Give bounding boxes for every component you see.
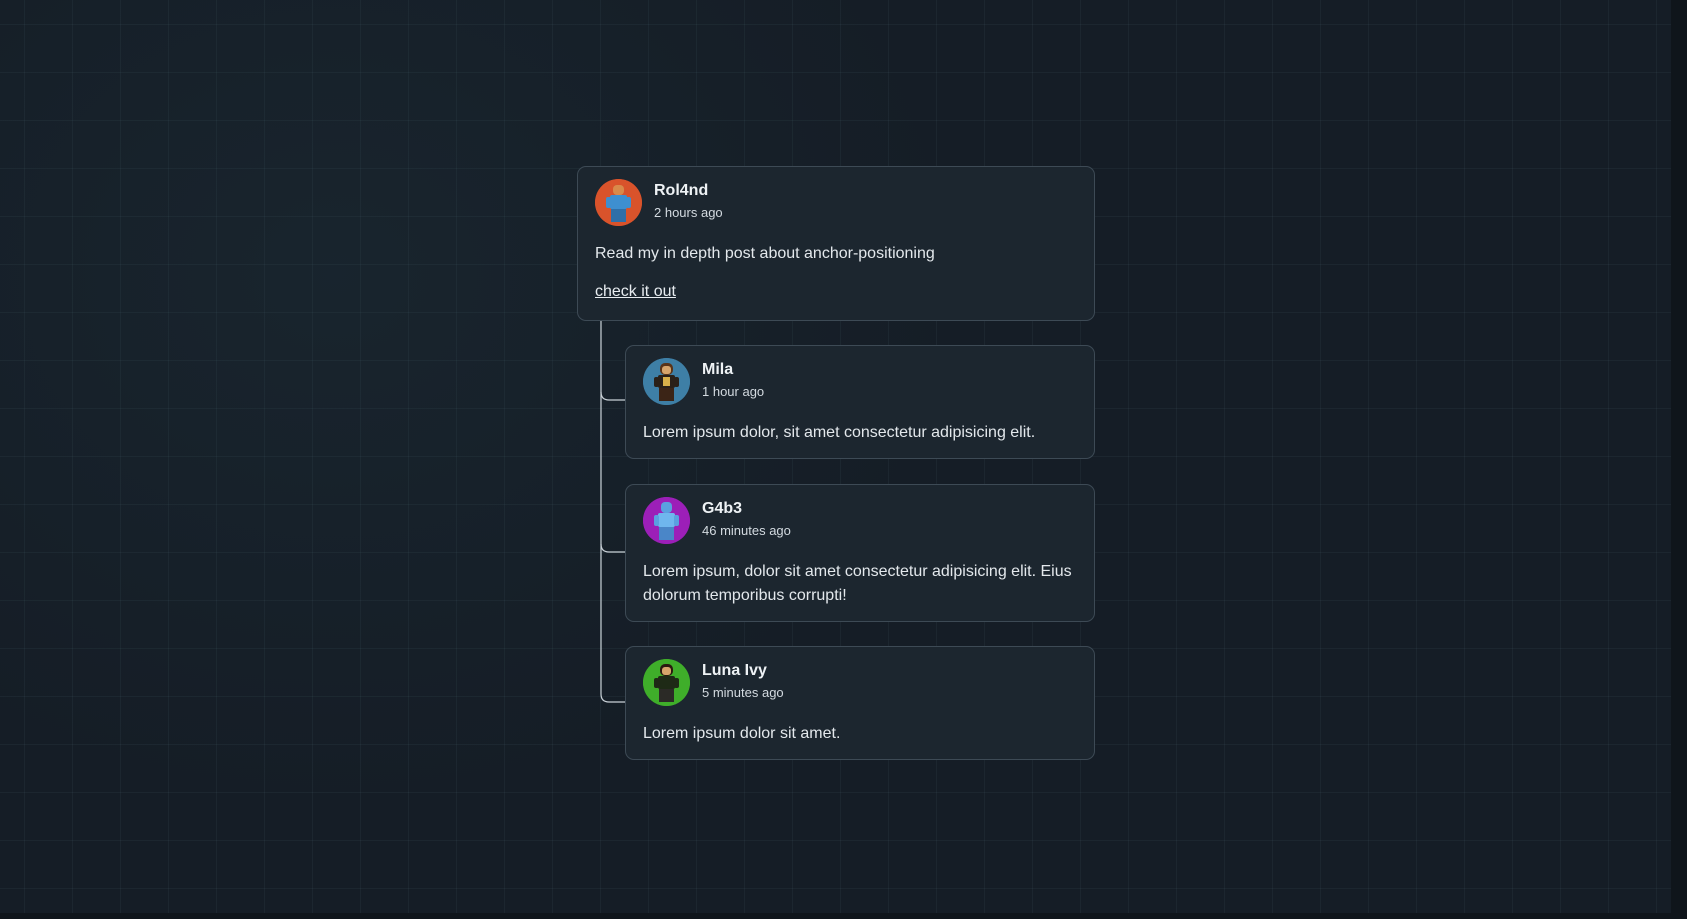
reply-header: Mila 1 hour ago [643, 357, 1077, 405]
post-text: Read my in depth post about anchor-posit… [595, 245, 935, 262]
avatar[interactable] [643, 496, 690, 544]
avatar[interactable] [595, 178, 642, 226]
check-it-out-link[interactable]: check it out [595, 282, 676, 302]
post-header: Rol4nd 2 hours ago [595, 178, 1077, 226]
vertical-scrollbar[interactable] [1671, 0, 1687, 919]
reply-text: Lorem ipsum, dolor sit amet consectetur … [643, 563, 1072, 604]
lego-figure-icon [643, 496, 690, 544]
avatar[interactable] [643, 658, 690, 706]
reply-meta: G4b3 46 minutes ago [702, 499, 791, 541]
lego-figure-icon [643, 357, 690, 405]
reply-header: Luna Ivy 5 minutes ago [643, 658, 1077, 706]
post-card: Rol4nd 2 hours ago Read my in depth post… [577, 166, 1095, 321]
reply-timestamp: 46 minutes ago [702, 523, 791, 538]
reply-meta: Luna Ivy 5 minutes ago [702, 661, 784, 703]
lego-figure-icon [595, 178, 642, 226]
reply-timestamp: 1 hour ago [702, 384, 765, 399]
author-name[interactable]: Mila [702, 360, 764, 380]
lego-figure-icon [643, 658, 690, 706]
bottom-edge [0, 913, 1671, 919]
reply-text: Lorem ipsum dolor sit amet. [643, 725, 841, 742]
author-name[interactable]: Rol4nd [654, 181, 723, 201]
avatar[interactable] [643, 357, 690, 405]
author-name[interactable]: G4b3 [702, 499, 791, 519]
post-meta: Rol4nd 2 hours ago [654, 181, 723, 223]
reply-card: Luna Ivy 5 minutes ago Lorem ipsum dolor… [625, 646, 1095, 760]
post-timestamp: 2 hours ago [654, 205, 723, 220]
reply-card: Mila 1 hour ago Lorem ipsum dolor, sit a… [625, 345, 1095, 459]
reply-timestamp: 5 minutes ago [702, 685, 784, 700]
reply-text: Lorem ipsum dolor, sit amet consectetur … [643, 424, 1036, 441]
reply-meta: Mila 1 hour ago [702, 360, 764, 402]
author-name[interactable]: Luna Ivy [702, 661, 784, 681]
reply-card: G4b3 46 minutes ago Lorem ipsum, dolor s… [625, 484, 1095, 622]
reply-header: G4b3 46 minutes ago [643, 496, 1077, 544]
